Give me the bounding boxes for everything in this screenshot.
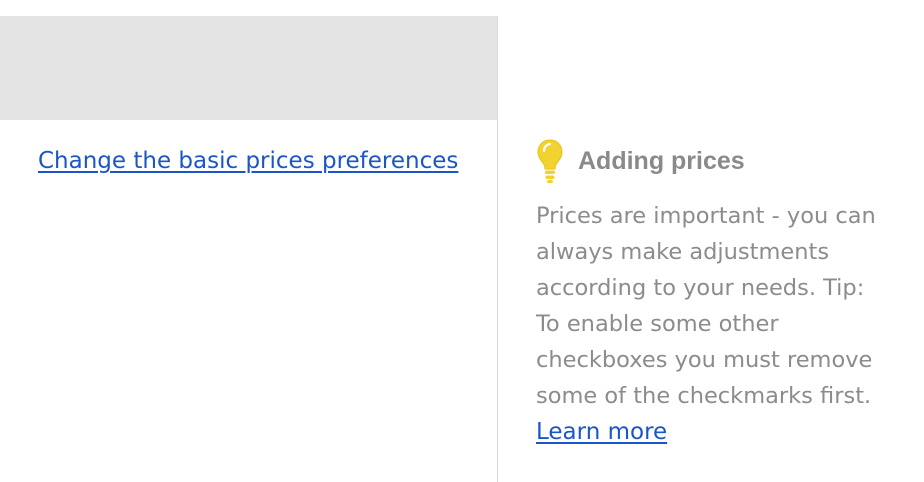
tip-body: Prices are important - you can always ma…	[536, 198, 906, 450]
tip-line: always make adjustments	[536, 239, 830, 265]
change-prices-preferences-link[interactable]: Change the basic prices preferences	[38, 145, 458, 177]
tip-line: Prices are important - you can	[536, 203, 876, 229]
gray-header-bar	[0, 16, 497, 120]
tip-title: Adding prices	[578, 147, 745, 175]
main-panel: Change the basic prices preferences	[0, 0, 497, 482]
page: Change the basic prices preferences Addi…	[0, 0, 924, 482]
panel-divider	[497, 16, 498, 482]
tip-line: To enable some other	[536, 311, 779, 337]
tip-panel: Adding prices Prices are important - you…	[536, 138, 916, 450]
tip-line: checkboxes you must remove	[536, 347, 873, 373]
tip-line: some of the checkmarks first.	[536, 383, 872, 409]
tip-header: Adding prices	[536, 138, 916, 184]
learn-more-link[interactable]: Learn more	[536, 414, 667, 450]
tip-line: according to your needs. Tip:	[536, 275, 865, 301]
lightbulb-icon	[537, 139, 563, 183]
